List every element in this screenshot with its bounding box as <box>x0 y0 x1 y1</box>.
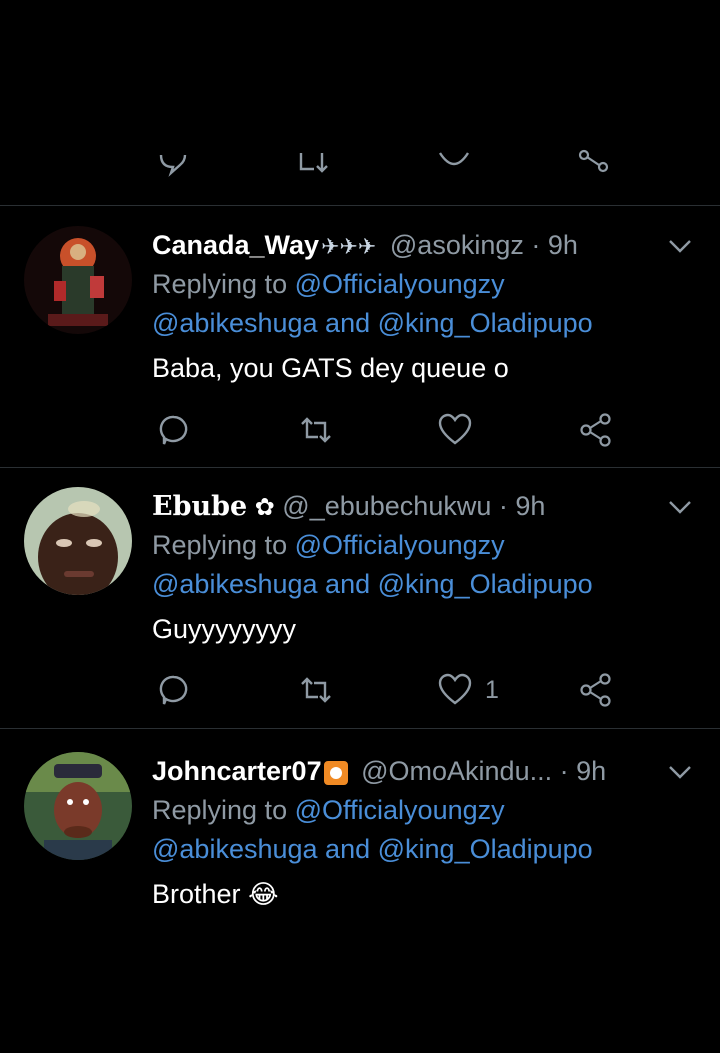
tweet-content: Ebube ✿ @_ebubechukwu · 9h Replying to @… <box>152 487 692 649</box>
timestamp[interactable]: 9h <box>548 230 578 260</box>
timestamp[interactable]: 9h <box>576 756 606 786</box>
more-options-button[interactable] <box>666 758 694 786</box>
replying-line-2: @abikeshuga and @king_Oladipupo <box>152 304 692 343</box>
chevron-down-icon <box>669 501 691 514</box>
more-options-button[interactable] <box>666 493 694 521</box>
tweet-content: Johncarter07 @OmoAkindu... · 9h Replying… <box>152 752 692 914</box>
like-button[interactable] <box>437 142 471 182</box>
heart-icon <box>438 413 472 445</box>
mention-link[interactable]: @Officialyoungzy <box>295 269 505 299</box>
divider <box>0 728 720 729</box>
more-options-button[interactable] <box>666 232 694 260</box>
tweet-text: Baba, you GATS dey queue o <box>152 353 509 383</box>
share-icon <box>578 149 609 173</box>
retweet-button[interactable] <box>296 142 336 182</box>
and-text: and <box>325 834 371 864</box>
display-name[interactable]: Canada_Way <box>152 230 319 260</box>
and-text: and <box>325 569 371 599</box>
reply-button[interactable] <box>156 410 192 450</box>
replying-line: Replying to @Officialyoungzy <box>152 265 692 304</box>
top-action-row <box>0 142 720 182</box>
mention-link[interactable]: @abikeshuga <box>152 834 318 864</box>
replying-line: Replying to @Officialyoungzy <box>152 791 692 830</box>
tweet-text: Guyyyyyyyy <box>152 614 297 644</box>
retweet-icon <box>301 417 331 443</box>
heart-icon <box>438 152 470 166</box>
chevron-down-icon <box>669 240 691 253</box>
retweet-icon <box>301 677 331 703</box>
like-button[interactable]: 1 <box>437 670 499 710</box>
avatar-image <box>24 487 132 595</box>
replying-prefix: Replying to <box>152 269 288 299</box>
avatar-image <box>24 226 132 334</box>
share-button[interactable] <box>578 142 612 182</box>
mention-link[interactable]: @abikeshuga <box>152 308 318 338</box>
heart-icon <box>438 673 472 705</box>
replying-prefix: Replying to <box>152 795 288 825</box>
retweet-button[interactable] <box>296 410 336 450</box>
tweet-text-content: Brother <box>152 879 241 909</box>
replying-line-2: @abikeshuga and @king_Oladipupo <box>152 830 692 869</box>
badge-icon: ✿ <box>254 494 275 521</box>
retweet-icon <box>299 153 328 173</box>
display-name[interactable]: Johncarter07 <box>152 756 322 786</box>
avatar[interactable] <box>24 752 132 860</box>
mention-link[interactable]: @king_Oladipupo <box>378 834 593 864</box>
separator: · <box>531 230 541 260</box>
tweet-header: Canada_Way✈✈✈ @asokingz · 9h <box>152 226 692 265</box>
share-button[interactable] <box>578 670 614 710</box>
divider <box>0 205 720 206</box>
replying-line-2: @abikeshuga and @king_Oladipupo <box>152 565 692 604</box>
reply-button[interactable] <box>156 142 190 182</box>
share-icon <box>580 673 611 707</box>
handle[interactable]: @OmoAkindu... <box>361 756 552 786</box>
handle[interactable]: @_ebubechukwu <box>282 491 491 521</box>
separator: · <box>559 756 569 786</box>
avatar-image <box>24 752 132 860</box>
mention-link[interactable]: @abikeshuga <box>152 569 318 599</box>
divider <box>0 467 720 468</box>
laughing-emoji: 😂 <box>248 879 279 909</box>
share-button[interactable] <box>578 410 614 450</box>
name-emoji: ✈✈✈ <box>321 234 377 259</box>
avatar[interactable] <box>24 487 132 595</box>
handle[interactable]: @asokingz <box>390 230 524 260</box>
reply-button[interactable] <box>156 670 192 710</box>
badge-icon <box>323 760 348 785</box>
reply-icon <box>159 675 188 705</box>
replying-line: Replying to @Officialyoungzy <box>152 526 692 565</box>
tweet-content: Canada_Way✈✈✈ @asokingz · 9h Replying to… <box>152 226 692 388</box>
share-icon <box>580 413 611 447</box>
reply-icon <box>159 415 188 445</box>
tweet-header: Ebube ✿ @_ebubechukwu · 9h <box>152 487 692 526</box>
and-text: and <box>325 308 371 338</box>
chevron-down-icon <box>669 766 691 779</box>
like-count: 1 <box>485 675 499 704</box>
tweet-text: Brother 😂 <box>152 875 692 914</box>
mention-link[interactable]: @Officialyoungzy <box>295 530 505 560</box>
tweet-header: Johncarter07 @OmoAkindu... · 9h <box>152 752 692 791</box>
timestamp[interactable]: 9h <box>515 491 545 521</box>
tweet-1-actions <box>0 410 720 450</box>
like-button[interactable] <box>437 410 473 450</box>
mention-link[interactable]: @king_Oladipupo <box>378 308 593 338</box>
tweet-2-actions: 1 <box>0 670 720 710</box>
mention-link[interactable]: @Officialyoungzy <box>295 795 505 825</box>
avatar[interactable] <box>24 226 132 334</box>
separator: · <box>498 491 508 521</box>
retweet-button[interactable] <box>296 670 336 710</box>
mention-link[interactable]: @king_Oladipupo <box>378 569 593 599</box>
reply-icon <box>159 154 187 177</box>
display-name[interactable]: Ebube <box>152 491 247 522</box>
replying-prefix: Replying to <box>152 530 288 560</box>
